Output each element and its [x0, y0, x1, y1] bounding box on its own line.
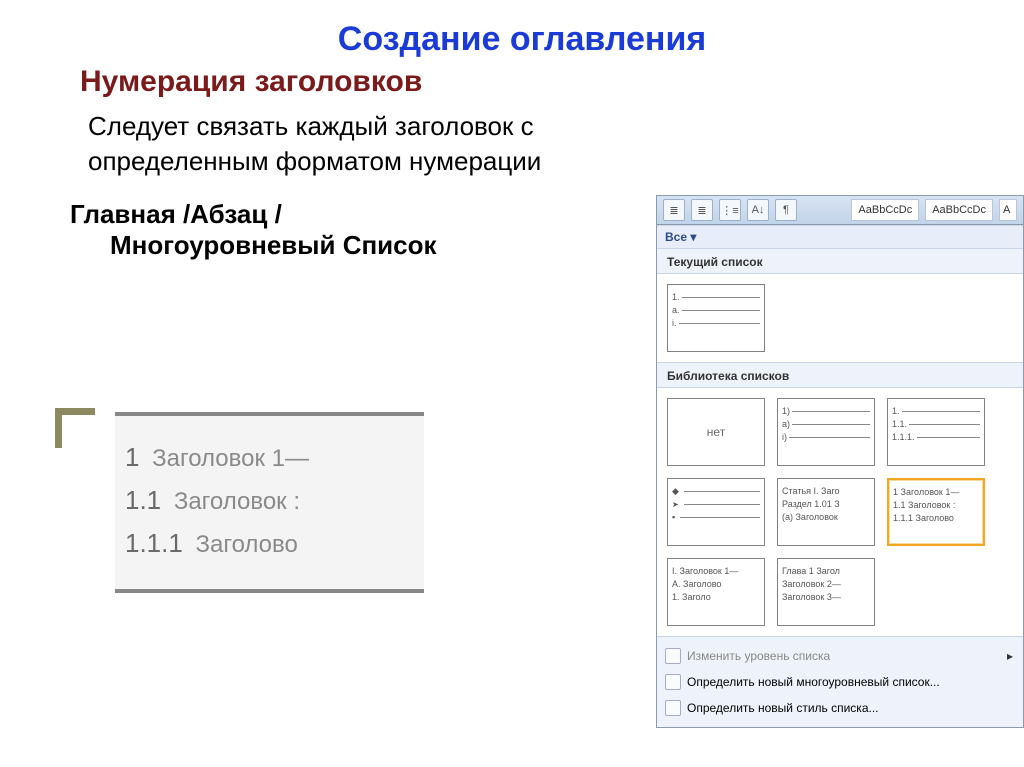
section-current-list: Текущий список — [657, 249, 1023, 273]
path-line-2: Многоуровневый Список — [110, 230, 590, 261]
preview-text-2: Заголовок : — [174, 488, 300, 515]
preview-num-3: 1.1.1 — [125, 528, 183, 558]
thumb-article-section[interactable]: Статья I. Заго Раздел 1.01 З (a) Заголов… — [777, 478, 875, 546]
preview-row-2: 1.1 Заголовок : — [125, 485, 420, 516]
preview-num-1: 1 — [125, 442, 139, 472]
style-normal[interactable]: AaBbCcDc — [851, 199, 919, 221]
thumb-roman-heading[interactable]: I. Заголовок 1— A. Заголово 1. Заголо — [667, 558, 765, 626]
thumb-chapter-heading[interactable]: Глава 1 Загол Заголовок 2— Заголовок 3— — [777, 558, 875, 626]
thumb-decimal-nested[interactable]: 1. 1.1. 1.1.1. — [887, 398, 985, 466]
menu-define-new-list-style[interactable]: Определить новый стиль списка... — [657, 695, 1023, 721]
thumb-heading-numbered[interactable]: 1 Заголовок 1— 1.1 Заголовок : 1.1.1 Заг… — [887, 478, 985, 546]
slide-title: Создание оглавления — [70, 20, 974, 59]
dropdown-menu-footer: Изменить уровень списка Определить новый… — [657, 637, 1023, 727]
slide-subtitle: Нумерация заголовков — [80, 65, 974, 99]
style-heading[interactable]: A — [999, 199, 1017, 221]
preview-row-1: 1 Заголовок 1— — [125, 442, 420, 473]
menu-define-new-multilevel-list[interactable]: Определить новый многоуровневый список..… — [657, 669, 1023, 695]
heading-preview-box: 1 Заголовок 1— 1.1 Заголовок : 1.1.1 Заг… — [115, 412, 424, 593]
thumb-current[interactable]: 1. a. i. — [667, 284, 765, 352]
corner-decoration — [55, 408, 105, 458]
menu-change-list-level: Изменить уровень списка — [657, 643, 1023, 669]
ribbon-strip: ≣ ≣ ⋮≡ А↓ ¶ AaBbCcDc AaBbCcDc A — [657, 196, 1023, 225]
preview-text-3: Заголово — [196, 531, 298, 558]
paragraph-mark-icon[interactable]: ¶ — [775, 199, 797, 221]
multilevel-list-dropdown: ≣ ≣ ⋮≡ А↓ ¶ AaBbCcDc AaBbCcDc A Все ▾ Те… — [656, 195, 1024, 728]
outdent-icon[interactable]: ≣ — [691, 199, 713, 221]
menu-path: Главная /Абзац / Многоуровневый Список — [70, 199, 590, 261]
multilevel-list-icon[interactable]: ⋮≡ — [719, 199, 741, 221]
preview-row-3: 1.1.1 Заголово — [125, 528, 420, 559]
slide-body: Следует связать каждый заголовок с опред… — [88, 109, 608, 179]
thumb-1-a-i-paren[interactable]: 1) a) i) — [777, 398, 875, 466]
indent-icon[interactable]: ≣ — [663, 199, 685, 221]
thumb-none[interactable]: нет — [667, 398, 765, 466]
path-line-1: Главная /Абзац / — [70, 199, 282, 229]
preview-num-2: 1.1 — [125, 485, 161, 515]
sort-icon[interactable]: А↓ — [747, 199, 769, 221]
section-list-library: Библиотека списков — [657, 363, 1023, 387]
thumb-bullets[interactable] — [667, 478, 765, 546]
preview-text-1: Заголовок 1— — [152, 445, 309, 472]
all-dropdown[interactable]: Все ▾ — [657, 225, 1023, 249]
style-no-spacing[interactable]: AaBbCcDc — [925, 199, 993, 221]
